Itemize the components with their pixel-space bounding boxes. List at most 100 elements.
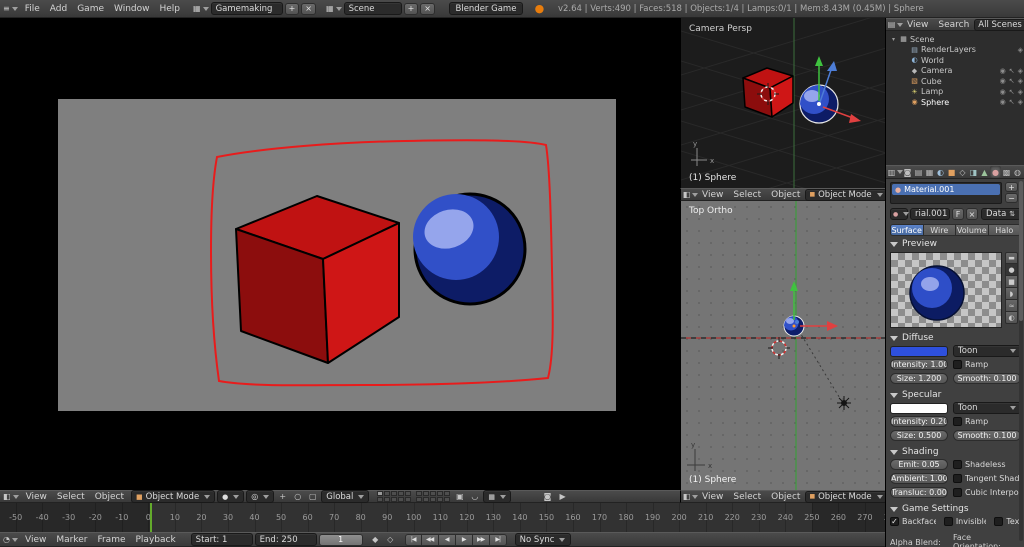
menu-search[interactable]: Search <box>933 19 974 31</box>
pivot-center-dropdown[interactable]: ◎ <box>246 490 275 503</box>
game-text-checkbox[interactable]: Text <box>994 517 1021 526</box>
modifiers-tab-icon[interactable]: ◨ <box>968 166 979 178</box>
layer-toggle-1[interactable] <box>377 490 384 496</box>
menu-object[interactable]: Object <box>90 491 129 503</box>
outliner-item-scene[interactable]: ▾ ▦ Scene <box>886 34 1024 45</box>
object-tab-icon[interactable]: ■ <box>946 166 957 178</box>
renderability-icon[interactable]: ◈ <box>1018 88 1023 96</box>
scene-tab-icon[interactable]: ▦ <box>924 166 935 178</box>
menu-select[interactable]: Select <box>728 189 766 201</box>
fake-user-button[interactable]: F <box>952 208 964 220</box>
visibility-icon[interactable]: ◉ <box>1000 88 1006 96</box>
material-slot-list[interactable]: ● Material.001 <box>890 182 1002 204</box>
particles-tab-icon[interactable]: ◍ <box>1012 166 1023 178</box>
constraints-tab-icon[interactable]: ◇ <box>957 166 968 178</box>
visibility-icon[interactable]: ◉ <box>1000 98 1006 106</box>
menu-select[interactable]: Select <box>728 491 766 503</box>
manipulator-x-arrow[interactable] <box>827 321 838 331</box>
menu-object[interactable]: Object <box>766 491 805 503</box>
lamp-object[interactable] <box>837 396 851 410</box>
menu-object[interactable]: Object <box>766 189 805 201</box>
selectability-icon[interactable]: ↖ <box>1009 98 1015 106</box>
material-slot-remove-button[interactable]: − <box>1005 193 1018 203</box>
frame-end-field[interactable]: End: 250 <box>254 533 317 546</box>
outliner-item-world[interactable]: ◐ World <box>886 55 1024 66</box>
shading-tangent-checkbox[interactable]: Tangent Shading <box>953 474 1021 483</box>
screen-layout-delete-button[interactable]: × <box>301 2 316 15</box>
transform-orientation-dropdown[interactable]: Global <box>321 490 370 503</box>
manipulator-rotate-icon[interactable]: ○ <box>291 491 304 503</box>
preview-cube-button[interactable]: ■ <box>1005 276 1018 288</box>
scene-add-button[interactable]: + <box>403 2 419 15</box>
jump-to-prev-keyframe-button[interactable]: ◀◀ <box>421 533 439 546</box>
layer-toggle-20[interactable] <box>444 496 451 502</box>
texture-tab-icon[interactable]: ▩ <box>1001 166 1012 178</box>
outliner-display-mode-dropdown[interactable]: All Scenes <box>974 18 1024 31</box>
top-view-canvas[interactable]: x y <box>681 201 885 490</box>
panel-header-preview[interactable]: Preview <box>890 238 1021 250</box>
preview-sky-button[interactable]: ◐ <box>1005 312 1018 324</box>
play-button[interactable]: ▶ <box>455 533 473 546</box>
diffuse-size-slider[interactable]: Size: 1.200 <box>890 373 948 384</box>
menu-window[interactable]: Window <box>109 3 155 15</box>
editor-type-3dview-icon[interactable]: ◧ <box>683 189 699 201</box>
game-invisible-checkbox[interactable]: Invisible <box>943 517 986 526</box>
layer-toggle-10[interactable] <box>444 490 451 496</box>
specular-smooth-slider[interactable]: Smooth: 0.100 <box>953 430 1021 441</box>
material-tab-icon[interactable]: ● <box>990 166 1001 178</box>
renderability-icon[interactable]: ◈ <box>1018 98 1023 106</box>
diffuse-ramp-checkbox[interactable]: Ramp <box>953 360 1021 369</box>
panel-header-specular[interactable]: Specular <box>890 389 1021 401</box>
menu-view[interactable]: View <box>902 19 933 31</box>
menu-marker[interactable]: Marker <box>51 534 92 546</box>
specular-ramp-checkbox[interactable]: Ramp <box>953 417 1021 426</box>
manipulator-center[interactable] <box>817 102 821 106</box>
preview-sphere-button[interactable]: ● <box>1005 264 1018 276</box>
material-slot-add-button[interactable]: + <box>1005 182 1018 192</box>
preview-monkey-button[interactable]: ◗ <box>1005 288 1018 300</box>
specular-shader-dropdown[interactable]: Toon <box>953 402 1021 414</box>
layer-toggle-15[interactable] <box>405 496 412 502</box>
editor-type-info-icon[interactable]: ≡ <box>3 3 18 15</box>
outliner-item-renderlayers[interactable]: ▤ RenderLayers ◈ <box>886 45 1024 56</box>
mode-dropdown[interactable]: ■ Object Mode <box>805 490 887 503</box>
menu-help[interactable]: Help <box>155 3 186 15</box>
material-name-field[interactable]: rial.001 <box>910 208 950 220</box>
layer-toggle-14[interactable] <box>398 496 405 502</box>
red-cube-object[interactable] <box>235 195 400 364</box>
menu-file[interactable]: File <box>20 3 45 15</box>
camera-view-canvas[interactable]: x y <box>681 18 885 188</box>
layer-toggle-4[interactable] <box>398 490 405 496</box>
manipulator-z-dot[interactable] <box>795 320 799 324</box>
scene-selector[interactable]: Scene <box>343 2 402 15</box>
jump-to-next-keyframe-button[interactable]: ▶▶ <box>472 533 490 546</box>
manipulator-y-arrow[interactable] <box>790 281 798 291</box>
menu-view[interactable]: View <box>20 534 51 546</box>
menu-add[interactable]: Add <box>45 3 72 15</box>
game-scene-canvas[interactable] <box>0 18 680 490</box>
layer-toggle-5[interactable] <box>405 490 412 496</box>
menu-view[interactable]: View <box>697 189 728 201</box>
render-opengl-icon[interactable]: ◙ <box>541 491 554 503</box>
menu-select[interactable]: Select <box>52 491 90 503</box>
panel-header-game-settings[interactable]: Game Settings <box>890 503 1021 515</box>
viewport-top-ortho[interactable]: x y Top Ortho (1) Sphere <box>680 201 885 490</box>
viewport-3d-main[interactable] <box>0 18 680 490</box>
shading-shadeless-checkbox[interactable]: Shadeless <box>953 460 1021 469</box>
render-tab-icon[interactable]: ◙ <box>902 166 913 178</box>
jump-to-start-button[interactable]: |◀ <box>404 533 422 546</box>
menu-game[interactable]: Game <box>72 3 109 15</box>
menu-playback[interactable]: Playback <box>131 534 181 546</box>
unlink-material-button[interactable]: × <box>966 208 978 220</box>
outliner-item-sphere[interactable]: ◉ Sphere ◉ ↖ ◈ <box>886 97 1024 108</box>
shading-translucency-slider[interactable]: Transluc: 0.000 <box>890 487 948 498</box>
lock-to-scene-icon[interactable]: ▣ <box>453 491 466 503</box>
material-type-halo-button[interactable]: Halo <box>988 224 1021 236</box>
renderability-icon[interactable]: ◈ <box>1018 46 1023 54</box>
layer-toggle-19[interactable] <box>437 496 444 502</box>
layer-toggle-7[interactable] <box>423 490 430 496</box>
diffuse-color-swatch[interactable] <box>890 345 948 357</box>
layer-toggle-13[interactable] <box>391 496 398 502</box>
jump-to-end-button[interactable]: ▶| <box>489 533 507 546</box>
shading-ambient-slider[interactable]: Ambient: 1.000 <box>890 473 948 484</box>
